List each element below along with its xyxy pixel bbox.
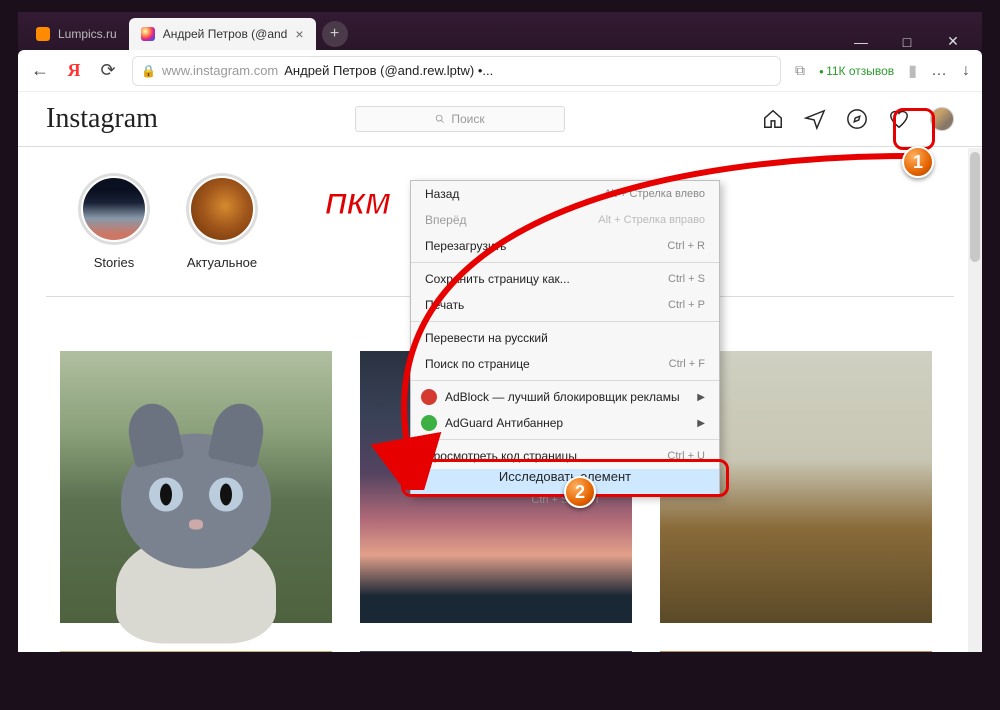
instagram-logo[interactable]: Instagram [46, 103, 158, 135]
window-maximize[interactable]: □ [898, 34, 916, 50]
annotation-pkm-label: ПКМ [325, 188, 390, 222]
url-domain: www.instagram.com [162, 63, 278, 78]
browser-toolbar: ← Я ⟳ 🔒 www.instagram.com Андрей Петров … [18, 50, 982, 92]
favicon-instagram [141, 27, 155, 41]
tab-lumpics[interactable]: Lumpics.ru [24, 18, 129, 50]
bookmark-icon[interactable]: ▮ [908, 61, 917, 81]
ctx-print[interactable]: ПечатьCtrl + P [411, 292, 719, 318]
back-button[interactable]: ← [30, 60, 50, 81]
chevron-right-icon: ▶ [697, 392, 705, 403]
adguard-icon [421, 415, 437, 431]
address-bar[interactable]: 🔒 www.instagram.com Андрей Петров (@and.… [132, 56, 781, 86]
messages-icon[interactable] [804, 108, 826, 130]
tab-close-icon[interactable]: × [295, 26, 303, 42]
copy-url-icon[interactable]: ⧉ [795, 62, 805, 79]
ctx-save-as[interactable]: Сохранить страницу как...Ctrl + S [411, 266, 719, 292]
highlight-cover [189, 176, 255, 242]
tab-label: Lumpics.ru [58, 27, 117, 41]
tab-instagram[interactable]: Андрей Петров (@and × [129, 18, 316, 50]
browser-menu-icon[interactable]: … [931, 62, 948, 80]
reviews-indicator[interactable]: 11К отзывов [819, 64, 894, 78]
yandex-button[interactable]: Я [64, 60, 84, 81]
shortcut: Alt + Стрелка влево [604, 188, 705, 200]
window-controls: — □ ✕ [852, 33, 976, 50]
url-title: Андрей Петров (@and.rew.lptw) •... [284, 63, 493, 78]
ctx-find[interactable]: Поиск по страницеCtrl + F [411, 351, 719, 377]
post-thumbnail[interactable] [60, 351, 332, 623]
highlight-stories[interactable]: Stories [78, 173, 150, 270]
scrollbar[interactable] [968, 148, 982, 652]
shortcut: Ctrl + F [669, 358, 705, 370]
shortcut: Alt + Стрелка вправо [598, 214, 705, 226]
instagram-nav [762, 107, 954, 131]
shortcut: Ctrl + S [668, 273, 705, 285]
ctx-adblock[interactable]: AdBlock — лучший блокировщик рекламы▶ [411, 384, 719, 410]
search-icon [435, 114, 445, 124]
scrollbar-thumb[interactable] [970, 152, 980, 262]
ctx-back[interactable]: НазадAlt + Стрелка влево [411, 181, 719, 207]
post-thumbnail[interactable] [360, 651, 632, 652]
shortcut: Ctrl + R [667, 240, 705, 252]
tab-strip: Lumpics.ru Андрей Петров (@and × + — □ ✕ [18, 12, 982, 50]
search-input[interactable]: Поиск [355, 106, 565, 132]
tab-label: Андрей Петров (@and [163, 27, 288, 41]
cat-image [121, 433, 271, 568]
ctx-forward: ВперёдAlt + Стрелка вправо [411, 207, 719, 233]
ctx-reload[interactable]: ПерезагрузитьCtrl + R [411, 233, 719, 259]
window-minimize[interactable]: — [852, 34, 870, 50]
home-icon[interactable] [762, 108, 784, 130]
post-thumbnail[interactable] [660, 651, 932, 652]
highlight-label: Актуальное [187, 255, 257, 270]
post-thumbnail[interactable] [60, 651, 332, 652]
shortcut: Ctrl + U [667, 450, 705, 462]
context-menu: НазадAlt + Стрелка влево ВперёдAlt + Стр… [410, 180, 720, 496]
ctx-translate[interactable]: Перевести на русский [411, 325, 719, 351]
ctx-view-source[interactable]: Просмотреть код страницыCtrl + U [411, 443, 719, 469]
window-close[interactable]: ✕ [944, 33, 962, 50]
activity-icon[interactable] [888, 108, 910, 130]
chevron-right-icon: ▶ [697, 418, 705, 429]
instagram-header: Instagram Поиск [18, 92, 982, 147]
lock-icon: 🔒 [141, 64, 156, 78]
annotation-badge-2: 2 [564, 476, 596, 508]
ctx-adguard[interactable]: AdGuard Антибаннер▶ [411, 410, 719, 436]
highlight-label: Stories [94, 255, 134, 270]
search-placeholder: Поиск [451, 112, 484, 126]
downloads-icon[interactable]: ↓ [962, 62, 970, 80]
annotation-badge-1: 1 [902, 146, 934, 178]
explore-icon[interactable] [846, 108, 868, 130]
highlight-cover [81, 176, 147, 242]
profile-avatar[interactable] [930, 107, 954, 131]
highlight-actual[interactable]: Актуальное [186, 173, 258, 270]
shortcut: Ctrl + P [668, 299, 705, 311]
favicon-lumpics [36, 27, 50, 41]
reload-button[interactable]: ⟳ [98, 60, 118, 81]
new-tab-button[interactable]: + [322, 21, 348, 47]
adblock-icon [421, 389, 437, 405]
